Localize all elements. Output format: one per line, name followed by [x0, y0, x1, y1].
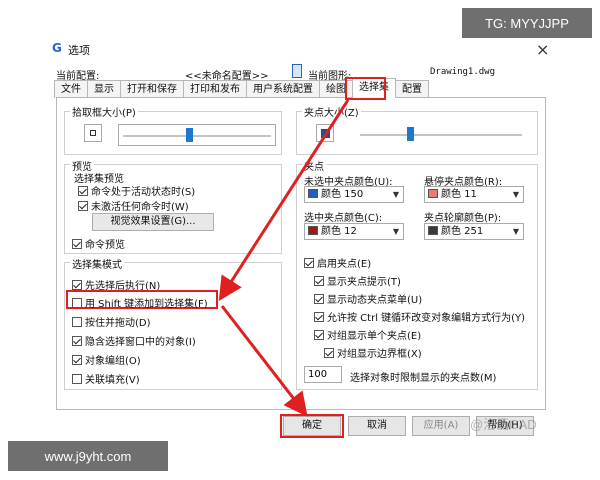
annotation-arrows: [218, 99, 350, 417]
arrow-to-ok-button: [220, 305, 308, 417]
arrow-to-shift-option: [218, 99, 350, 302]
selection-tab-highlight: [345, 77, 386, 100]
